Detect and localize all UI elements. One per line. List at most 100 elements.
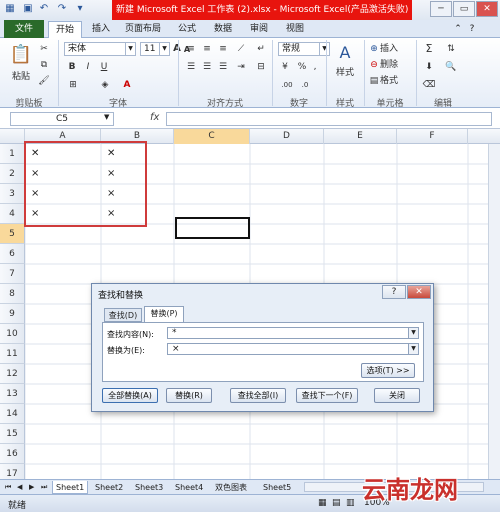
row-header[interactable]: 6 [0, 244, 25, 264]
row-header[interactable]: 12 [0, 364, 25, 384]
chevron-down-icon[interactable]: ▼ [125, 43, 135, 55]
row-header[interactable]: 7 [0, 264, 25, 284]
sheet-tab[interactable]: Sheet3 [132, 481, 166, 494]
row-header[interactable]: 10 [0, 324, 25, 344]
dialog-close-x-button[interactable]: ✕ [407, 285, 431, 299]
column-header[interactable]: F [397, 129, 468, 144]
find-select-icon[interactable]: 🔍 [444, 60, 458, 74]
underline-button[interactable]: U [98, 60, 110, 74]
comma-button[interactable]: , [310, 60, 320, 74]
wrap-text-icon[interactable]: ↵ [254, 42, 268, 56]
tab-replace[interactable]: 替换(P) [144, 306, 184, 323]
window-close-button[interactable]: ✕ [476, 1, 498, 17]
font-name-combo[interactable]: 宋体 ▼ [64, 42, 136, 56]
tab-review[interactable]: 审阅 [244, 21, 274, 38]
align-top-icon[interactable]: ≡ [184, 42, 198, 56]
minimize-button[interactable]: ─ [430, 1, 452, 17]
undo-icon[interactable]: ↶ [38, 3, 50, 15]
formula-input[interactable] [166, 112, 492, 126]
increase-decimal-icon[interactable]: .00 [280, 78, 294, 92]
first-sheet-icon[interactable]: ⏮ [2, 481, 14, 494]
clear-icon[interactable]: ⌫ [422, 78, 436, 92]
row-header[interactable]: 2 [0, 164, 25, 184]
sheet-tab[interactable]: 双色图表 [212, 481, 250, 494]
align-center-icon[interactable]: ☰ [200, 60, 214, 74]
chevron-down-icon[interactable]: ▼ [408, 328, 418, 338]
bold-button[interactable]: B [66, 60, 78, 74]
redo-icon[interactable]: ↷ [56, 3, 68, 15]
row-header[interactable]: 9 [0, 304, 25, 324]
page-break-icon[interactable]: ▥ [346, 498, 355, 508]
paste-button[interactable]: 粘贴 [6, 70, 36, 84]
fx-button[interactable]: fx [150, 112, 159, 123]
format-cells-icon[interactable]: ▤ [368, 74, 380, 88]
styles-button[interactable]: 样式 [330, 66, 360, 80]
tab-view[interactable]: 视图 [280, 21, 310, 38]
tab-home[interactable]: 开始 [48, 21, 82, 38]
row-header[interactable]: 11 [0, 344, 25, 364]
fill-color-icon[interactable]: ◈ [98, 78, 112, 92]
excel-icon[interactable]: ▦ [4, 3, 16, 15]
find-all-button[interactable]: 查找全部(I) [230, 388, 286, 403]
decrease-decimal-icon[interactable]: .0 [298, 78, 312, 92]
tab-data[interactable]: 数据 [208, 21, 238, 38]
number-format-combo[interactable]: 常规 ▼ [278, 42, 330, 56]
find-input[interactable]: * ▼ [167, 327, 419, 339]
row-header[interactable]: 13 [0, 384, 25, 404]
paste-icon[interactable]: 📋 [8, 42, 34, 68]
prev-sheet-icon[interactable]: ◀ [14, 481, 25, 494]
tab-page-layout[interactable]: 页面布局 [120, 21, 166, 38]
next-sheet-icon[interactable]: ▶ [26, 481, 37, 494]
select-all-corner[interactable] [0, 129, 25, 144]
format-painter-icon[interactable]: 🖌 [38, 74, 50, 88]
last-sheet-icon[interactable]: ⏭ [38, 481, 50, 494]
normal-view-icon[interactable]: ▦ [318, 498, 327, 508]
format-cells-button[interactable]: 格式 [380, 74, 410, 88]
tab-formulas[interactable]: 公式 [172, 21, 202, 38]
copy-icon[interactable]: ⧉ [38, 58, 50, 72]
row-header[interactable]: 17 [0, 464, 25, 479]
replace-button[interactable]: 替换(R) [166, 388, 212, 403]
ribbon-collapse-icon[interactable]: ⌃ [452, 21, 464, 38]
border-icon[interactable]: ⊞ [66, 78, 80, 92]
row-header[interactable]: 14 [0, 404, 25, 424]
delete-cells-button[interactable]: 删除 [380, 58, 410, 72]
row-header[interactable]: 16 [0, 444, 25, 464]
tab-file[interactable]: 文件 [4, 20, 44, 38]
active-cell[interactable] [175, 217, 250, 239]
vertical-scrollbar[interactable] [488, 144, 500, 479]
chevron-down-icon[interactable]: ▼ [159, 43, 169, 55]
grow-font-button[interactable]: A [172, 42, 182, 56]
italic-button[interactable]: I [82, 60, 94, 74]
help-icon[interactable]: ? [466, 21, 478, 38]
find-next-button[interactable]: 查找下一个(F) [296, 388, 358, 403]
dialog-help-button[interactable]: ? [382, 285, 406, 299]
page-layout-icon[interactable]: ▤ [332, 498, 341, 508]
sheet-tab[interactable]: Sheet5 [260, 481, 294, 494]
name-box[interactable]: C5 [10, 112, 114, 126]
align-right-icon[interactable]: ☰ [216, 60, 230, 74]
insert-cells-icon[interactable]: ⊕ [368, 42, 380, 56]
row-header[interactable]: 1 [0, 144, 25, 164]
sheet-tab[interactable]: Sheet1 [52, 481, 89, 494]
fill-icon[interactable]: ⬇ [422, 60, 436, 74]
close-button[interactable]: 关闭 [374, 388, 420, 403]
font-color-icon[interactable]: A [120, 78, 134, 92]
autosum-button[interactable]: Σ [422, 42, 436, 56]
sheet-tab[interactable]: Sheet4 [172, 481, 206, 494]
merge-center-icon[interactable]: ⊟ [254, 60, 268, 74]
tab-find[interactable]: 查找(D) [104, 308, 142, 322]
delete-cells-icon[interactable]: ⊖ [368, 58, 380, 72]
chevron-down-icon[interactable]: ▼ [104, 113, 109, 121]
row-header[interactable]: 3 [0, 184, 25, 204]
chevron-down-icon[interactable]: ▼ [408, 344, 418, 354]
align-bottom-icon[interactable]: ≡ [216, 42, 230, 56]
sheet-tab[interactable]: Sheet2 [92, 481, 126, 494]
row-header[interactable]: 4 [0, 204, 25, 224]
maximize-button[interactable]: ▭ [453, 1, 475, 17]
replace-input[interactable]: × ▼ [167, 343, 419, 355]
row-header[interactable]: 15 [0, 424, 25, 444]
currency-icon[interactable]: ¥ [278, 60, 292, 74]
quick-access-chevron-icon[interactable]: ▾ [74, 3, 86, 15]
align-middle-icon[interactable]: ≡ [200, 42, 214, 56]
